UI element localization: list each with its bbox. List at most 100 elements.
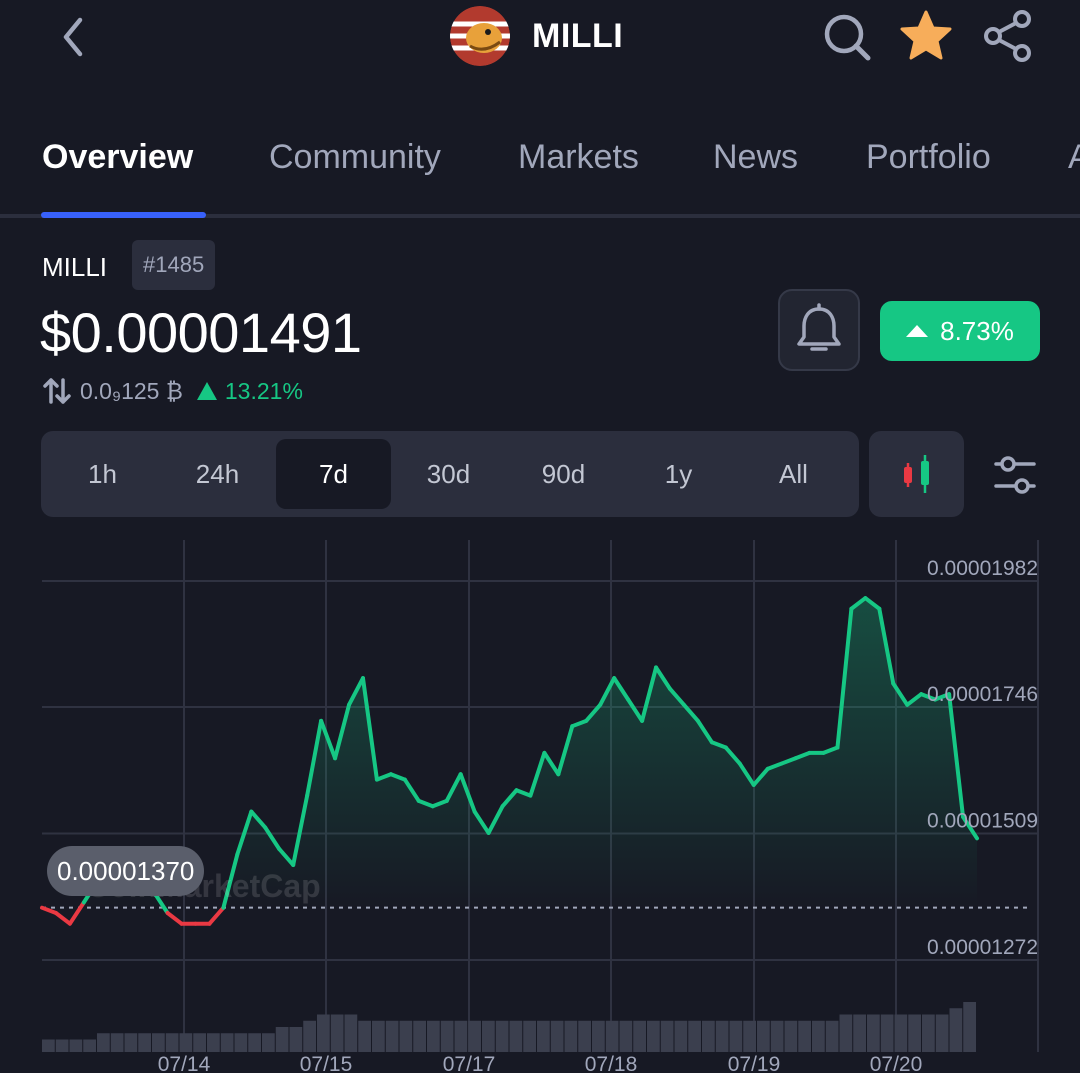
price-point [558,774,559,775]
price-point [642,720,643,721]
volume-bar [495,1020,509,1052]
price-point [237,854,238,855]
volume-bar [124,1033,138,1052]
price-point [823,752,824,753]
chart-settings-sliders-icon[interactable] [990,450,1040,500]
volume-bar [537,1020,550,1052]
swap-arrows-icon[interactable] [42,376,72,406]
x-tick-label: 07/17 [443,1053,496,1073]
price-line-segment [165,911,184,926]
range-1y[interactable]: 1y [621,439,736,509]
y-tick-label: 0.00001982 [927,557,1038,580]
volume-bar [152,1033,165,1052]
share-icon[interactable] [980,8,1036,64]
price-point [69,923,70,924]
y-tick-label: 0.00001272 [927,936,1038,959]
volume-bar [440,1020,454,1052]
tab-portfolio[interactable]: Portfolio [866,138,991,177]
volume-bar [770,1020,784,1052]
price-change-value: 8.73% [940,315,1014,346]
price-point [42,907,43,908]
y-tick-label: 0.00001509 [927,809,1038,832]
volume-bar [880,1014,894,1052]
volume-bar [138,1033,151,1052]
volume-bar [550,1020,564,1052]
price-point [321,720,322,721]
price-point [474,811,475,812]
tab-overview[interactable]: Overview [42,138,193,177]
range-30d[interactable]: 30d [391,439,506,509]
price-point [865,598,866,599]
price-point [837,747,838,748]
price-point [921,694,922,695]
x-tick-label: 07/18 [585,1053,638,1073]
price-point [83,902,84,903]
volume-bar [757,1020,770,1052]
price-point [572,726,573,727]
volume-bar [427,1020,440,1052]
x-tick-label: 07/15 [300,1053,353,1073]
volume-bar [454,1020,468,1052]
price-line-segment [53,911,72,926]
volume-bar [853,1014,866,1052]
volume-bar [83,1039,96,1052]
reference-price-label: 0.00001370 [47,846,205,896]
price-point [516,790,517,791]
volume-bar [702,1020,715,1052]
volume-bar [344,1014,358,1052]
price-point [809,752,810,753]
volume-bar [509,1020,523,1052]
price-point [977,838,978,839]
volume-bar [399,1020,413,1052]
volume-bar [660,1020,674,1052]
range-24h[interactable]: 24h [160,439,275,509]
volume-bar [715,1020,729,1052]
candlestick-icon [904,455,929,493]
price-point [669,688,670,689]
volume-bar [358,1020,371,1052]
volume-bar [179,1033,193,1052]
volume-bar [165,1033,179,1052]
volume-bar [839,1014,853,1052]
up-triangle-icon [196,382,217,400]
volume-bar [743,1020,756,1052]
price-point [279,848,280,849]
x-tick-label: 07/19 [728,1053,781,1073]
price-point [614,678,615,679]
search-icon[interactable] [818,8,874,64]
range-all[interactable]: All [736,439,851,509]
range-7d[interactable]: 7d [276,439,391,509]
coin-symbol: MILLI [42,252,108,282]
price-point [628,699,629,700]
back-chevron-icon[interactable] [50,12,100,62]
price-alert-button[interactable] [778,289,860,371]
price-point [683,704,684,705]
volume-bar [97,1033,110,1052]
price-point [335,758,336,759]
volume-bar [110,1033,124,1052]
tab-overflow[interactable]: A [1068,138,1080,177]
volume-bar [248,1033,261,1052]
range-1h[interactable]: 1h [45,439,160,509]
tab-bar: Overview Community Markets News Portfoli… [0,110,1080,218]
tab-news[interactable]: News [713,138,798,177]
coin-title: MILLI [450,6,623,66]
price-point [460,774,461,775]
volume-bar [812,1020,825,1052]
bell-icon [797,303,841,351]
price-value: $0.00001491 [40,301,362,364]
x-tick-label: 07/20 [870,1053,923,1073]
tab-markets[interactable]: Markets [518,138,639,177]
star-icon[interactable] [898,8,954,64]
range-90d[interactable]: 90d [506,439,621,509]
btc-price-row: 0.0₉125 ₿ 13.21% [42,375,303,407]
price-point [907,704,908,705]
price-point [739,763,740,764]
volume-bar [647,1020,660,1052]
coin-logo [450,6,510,66]
price-point [600,704,601,705]
volume-bar [867,1014,880,1052]
price-chart[interactable]: 0.00001982 0.00001746 0.00001509 0.00001272… [0,530,1080,1073]
candlestick-toggle-button[interactable] [869,431,964,517]
tab-community[interactable]: Community [269,138,441,177]
